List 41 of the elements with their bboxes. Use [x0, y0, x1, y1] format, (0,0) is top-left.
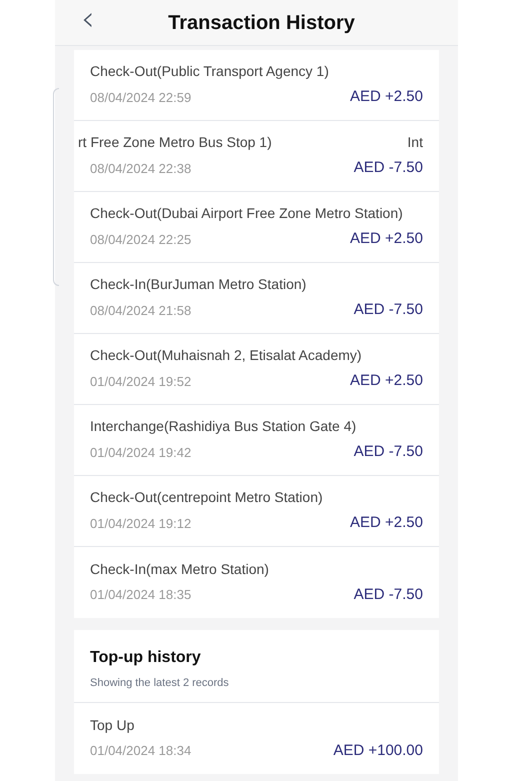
transaction-amount: AED -7.50	[354, 300, 423, 320]
transaction-title: Check-In(BurJuman Metro Station)	[90, 275, 306, 294]
transaction-amount: AED +100.00	[333, 740, 423, 761]
transaction-date: 01/04/2024 19:12	[90, 514, 192, 533]
page-title: Transaction History	[167, 10, 355, 36]
transaction-amount: AED -7.50	[354, 584, 423, 605]
transaction-title: Check-Out(centrepoint Metro Station)	[90, 488, 323, 508]
section-subtitle: Showing the latest 2 records	[90, 676, 230, 691]
transaction-date: 01/04/2024 19:42	[90, 444, 192, 462]
transaction-date: 01/04/2024 18:35	[90, 586, 192, 604]
transaction-amount: AED +2.50	[350, 229, 423, 250]
transaction-amount: AED +2.50	[350, 371, 423, 392]
transaction-row[interactable]: Check-Out(Dubai Airport Free Zone Metro Station) 08/04/2024 22:25 AED +2.50	[74, 192, 439, 263]
transaction-date: 08/04/2024 22:59	[90, 88, 192, 107]
transaction-row[interactable]: Interchange(Rashidiya Bus Station Gate 4) 01/04/2024 19:42 AED -7.50	[74, 405, 439, 476]
transaction-date: 08/04/2024 21:58	[90, 302, 192, 320]
transaction-row[interactable]: Check-Out(Muhaisnah 2, Etisalat Academy) 01/04/2024 19:52 AED +2.50	[74, 334, 439, 405]
back-button[interactable]: ‹	[81, 2, 95, 36]
transaction-date: 08/04/2024 22:38	[90, 160, 192, 178]
transaction-amount: AED -7.50	[354, 442, 423, 462]
transaction-row[interactable]: Check-In(BurJuman Metro Station) 08/04/2024 21:58 AED -7.50	[74, 263, 439, 334]
transaction-amount: AED +2.50	[350, 87, 423, 108]
transaction-title: Top Up	[90, 716, 134, 735]
transaction-row[interactable]: Check-Out(centrepoint Metro Station) 01/04/2024 19:12 AED +2.50	[74, 476, 439, 547]
transaction-title: Check-Out(Dubai Airport Free Zone Metro Station)	[90, 204, 403, 224]
transaction-date: 08/04/2024 22:25	[90, 230, 192, 249]
transaction-row[interactable]: rt Free Zone Metro Bus Stop 1) Int 08/04/2024 22:38 AED -7.50	[74, 121, 439, 192]
transaction-row[interactable]: Top Up 01/04/2024 18:34 AED +100.00	[74, 703, 439, 774]
transaction-title: Check-Out(Public Transport Agency 1)	[90, 62, 329, 82]
section-title: Top-up history	[90, 648, 202, 668]
transaction-date: 01/04/2024 19:52	[90, 372, 192, 391]
transaction-title: Int	[407, 133, 423, 152]
transaction-row[interactable]: Check-In(max Metro Station) 01/04/2024 18:35 AED -7.50	[74, 547, 439, 618]
transaction-date: 01/04/2024 18:34	[90, 742, 192, 760]
transaction-title: Check-Out(Muhaisnah 2, Etisalat Academy)	[90, 346, 362, 366]
transaction-title: rt Free Zone Metro Bus Stop 1)	[78, 133, 272, 152]
transaction-amount: AED +2.50	[350, 513, 423, 534]
transaction-amount: AED -7.50	[354, 158, 423, 178]
transaction-title: Check-In(max Metro Station)	[90, 560, 269, 579]
transaction-title: Interchange(Rashidiya Bus Station Gate 4)	[90, 417, 356, 436]
transaction-row[interactable]: Check-Out(Public Transport Agency 1) 08/04/2024 22:59 AED +2.50	[74, 50, 439, 121]
